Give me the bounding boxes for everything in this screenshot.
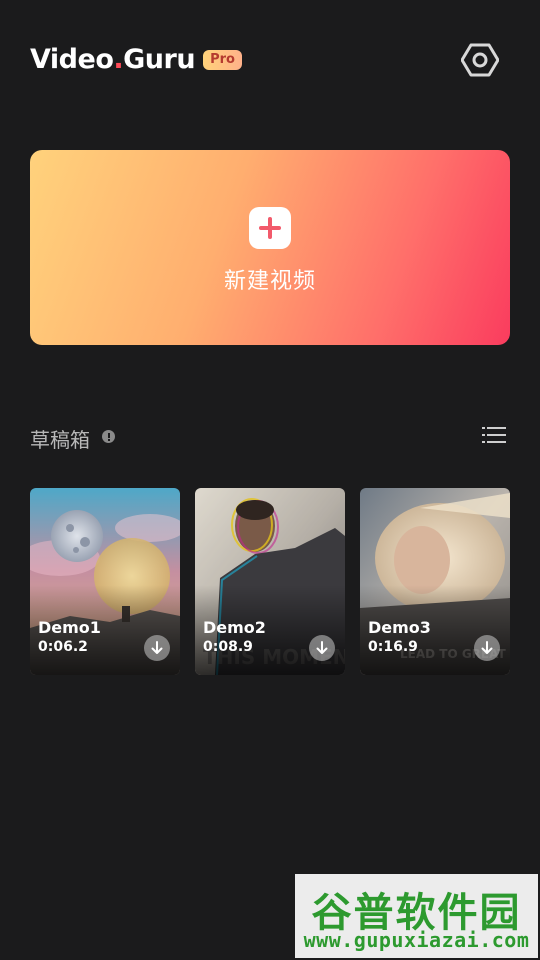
logo-dot: . [113, 44, 124, 75]
download-arrow-icon [481, 641, 493, 654]
download-arrow-icon [316, 641, 328, 654]
demo-name: Demo2 [203, 618, 266, 637]
pro-badge[interactable]: Pro [203, 49, 242, 70]
demo-name: Demo1 [38, 618, 101, 637]
download-arrow-icon [151, 641, 163, 654]
info-icon[interactable] [102, 430, 115, 443]
list-view-icon [482, 427, 506, 443]
logo-main: Video [30, 44, 114, 75]
download-button[interactable] [144, 635, 170, 661]
download-button[interactable] [309, 635, 335, 661]
demo-duration: 0:06.2 [38, 639, 88, 655]
app-logo: Video.Guru Pro [30, 44, 242, 75]
settings-button[interactable] [460, 40, 500, 80]
demo-name: Demo3 [368, 618, 431, 637]
list-view-button[interactable] [482, 424, 506, 446]
demo-duration: 0:16.9 [368, 639, 418, 655]
new-video-button[interactable]: 新建视频 [30, 150, 510, 345]
download-button[interactable] [474, 635, 500, 661]
demo-duration: 0:08.9 [203, 639, 253, 655]
demo-card-3[interactable]: LEAD TO GREAT Demo3 0:16.9 [360, 488, 510, 675]
new-video-label: 新建视频 [223, 269, 316, 294]
app-header: Video.Guru Pro [30, 40, 510, 84]
watermark-url: www.gupuxiazai.com [303, 928, 530, 952]
plus-icon [249, 207, 291, 249]
drafts-header: 草稿箱 [30, 420, 510, 452]
watermark: 谷普软件园 www.gupuxiazai.com [295, 874, 538, 958]
drafts-title: 草稿箱 [30, 428, 90, 452]
logo-tail: Guru [123, 44, 196, 75]
demo-card-2[interactable]: THIS MOMENT Demo2 0:08.9 [195, 488, 345, 675]
logo-text: Video.Guru [30, 44, 196, 75]
demo-card-1[interactable]: Demo1 0:06.2 [30, 488, 180, 675]
gear-hexagon-icon [461, 43, 499, 77]
